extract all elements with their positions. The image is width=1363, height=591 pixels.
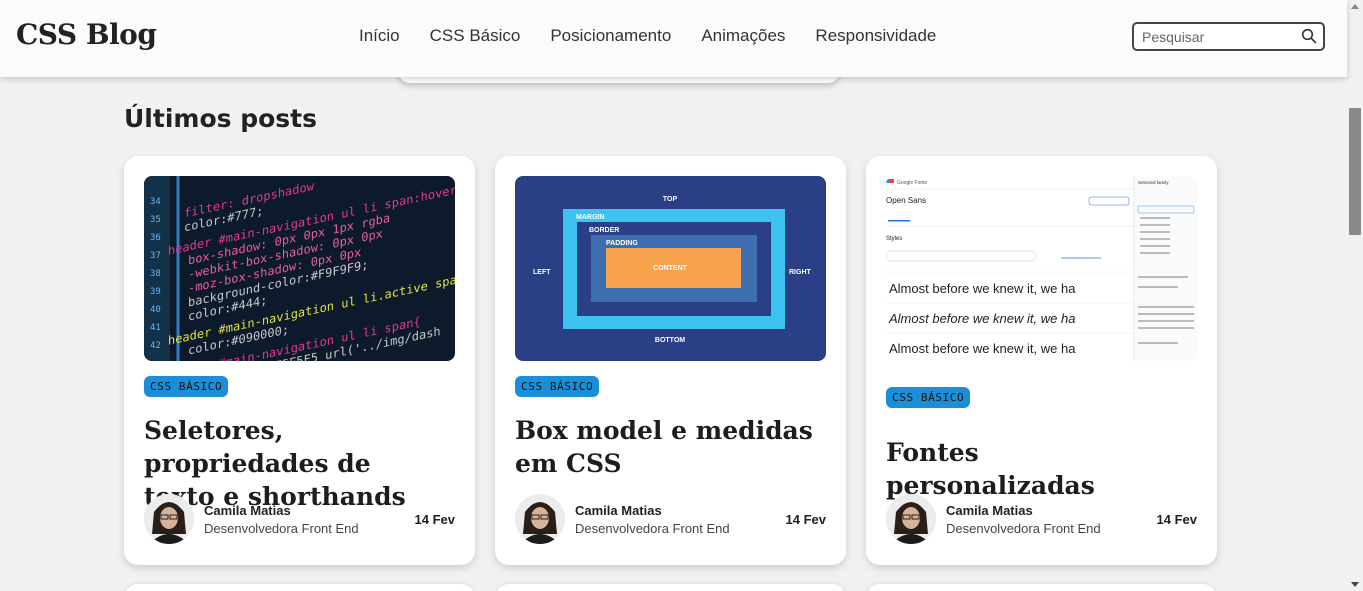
gf-panel-title: Selected family [1138, 180, 1169, 185]
svg-text:40: 40 [150, 305, 161, 315]
box-padding-label: PADDING [606, 240, 638, 247]
author-avatar [515, 494, 565, 544]
author-name: Camila Matias [575, 503, 662, 518]
search-box [1132, 22, 1325, 51]
author-avatar [886, 494, 936, 544]
svg-text:39: 39 [150, 287, 161, 297]
box-border-label: BORDER [589, 227, 619, 234]
post-card[interactable]: TOP BOTTOM LEFT RIGHT MARGIN BORDER PADD… [495, 156, 846, 565]
post-date: 14 Fev [414, 512, 455, 527]
svg-text:41: 41 [150, 323, 161, 333]
scroll-up-arrow-icon[interactable] [1351, 4, 1359, 9]
box-top-label: TOP [663, 196, 678, 203]
author-avatar [144, 494, 194, 544]
post-date: 14 Fev [1156, 512, 1197, 527]
nav-link-posicionamento[interactable]: Posicionamento [535, 26, 686, 46]
svg-text:38: 38 [150, 269, 161, 279]
post-card-next-row[interactable] [495, 584, 846, 591]
box-left-label: LEFT [533, 269, 551, 276]
category-badge[interactable]: CSS BÁSICO [886, 387, 971, 408]
author-role: Desenvolvedora Front End [946, 521, 1101, 536]
post-card[interactable]: Google Fonts Open Sans Styles Almost bef… [866, 156, 1217, 565]
nav-link-responsividade[interactable]: Responsividade [800, 26, 951, 46]
nav-link-css-basico[interactable]: CSS Básico [415, 26, 536, 46]
svg-text:37: 37 [150, 251, 161, 261]
post-thumbnail-box-model[interactable]: TOP BOTTOM LEFT RIGHT MARGIN BORDER PADD… [515, 176, 826, 361]
main-nav: Início CSS Básico Posicionamento Animaçõ… [344, 26, 951, 46]
author-name: Camila Matias [204, 503, 291, 518]
nav-link-inicio[interactable]: Início [344, 26, 415, 46]
gf-sample-1: Almost before we knew it, we ha [889, 281, 1076, 296]
gf-sample-2: Almost before we knew it, we ha [888, 311, 1075, 326]
scroll-down-arrow-icon[interactable] [1351, 582, 1359, 587]
google-fonts-brand: Google Fonts [897, 180, 928, 186]
post-title[interactable]: Box model e medidas em CSS [515, 414, 815, 480]
svg-text:35: 35 [150, 215, 161, 225]
section-title: Últimos posts [124, 104, 317, 133]
svg-text:34: 34 [150, 197, 161, 207]
svg-text:42: 42 [150, 341, 161, 351]
search-input[interactable] [1142, 27, 1292, 47]
page-scrollbar[interactable] [1347, 0, 1363, 591]
author-name: Camila Matias [946, 503, 1033, 518]
site-header: CSS Blog Início CSS Básico Posicionament… [0, 0, 1347, 77]
box-right-label: RIGHT [789, 269, 812, 276]
gf-sample-3: Almost before we knew it, we ha [889, 341, 1076, 356]
post-title[interactable]: Fontes personalizadas [886, 436, 1186, 502]
post-date: 14 Fev [785, 512, 826, 527]
svg-text:36: 36 [150, 233, 161, 243]
category-badge[interactable]: CSS BÁSICO [515, 376, 600, 397]
post-thumbnail-code[interactable]: 34 35 36 37 38 39 40 41 42 filter: dropshadow … [144, 176, 455, 361]
author-role: Desenvolvedora Front End [204, 521, 359, 536]
post-card-next-row[interactable] [866, 584, 1217, 591]
post-author: Camila Matias Desenvolvedora Front End 1… [886, 494, 1197, 544]
box-bottom-label: BOTTOM [655, 337, 685, 344]
scroll-thumb[interactable] [1349, 108, 1361, 235]
search-icon[interactable] [1301, 28, 1317, 44]
author-role: Desenvolvedora Front End [575, 521, 730, 536]
box-margin-label: MARGIN [576, 214, 604, 221]
post-author: Camila Matias Desenvolvedora Front End 1… [515, 494, 826, 544]
gf-font-name: Open Sans [886, 196, 926, 205]
post-card[interactable]: 34 35 36 37 38 39 40 41 42 filter: dropshadow … [124, 156, 475, 565]
post-author: Camila Matias Desenvolvedora Front End 1… [144, 494, 455, 544]
box-content-label: CONTENT [653, 265, 688, 272]
category-badge[interactable]: CSS BÁSICO [144, 376, 229, 397]
nav-link-animacoes[interactable]: Animações [686, 26, 800, 46]
post-card-next-row[interactable] [124, 584, 475, 591]
post-thumbnail-google-fonts[interactable]: Google Fonts Open Sans Styles Almost bef… [886, 176, 1197, 361]
gf-styles-label: Styles [886, 236, 902, 242]
site-logo[interactable]: CSS Blog [16, 18, 157, 51]
